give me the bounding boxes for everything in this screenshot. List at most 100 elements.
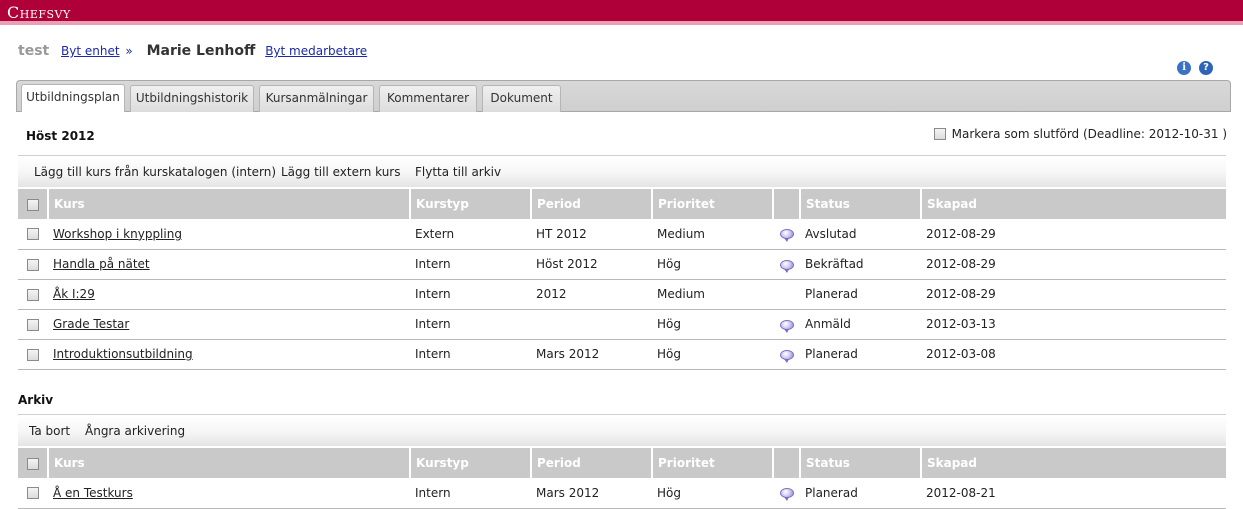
row-select-cell: [18, 478, 48, 509]
mark-done-checkbox[interactable]: [933, 128, 946, 140]
course-period: HT 2012: [531, 219, 652, 250]
course-link[interactable]: Grade Testar: [53, 317, 129, 331]
comment-cell: [773, 249, 800, 280]
delete-button[interactable]: Ta bort: [29, 424, 70, 438]
select-all-checkbox[interactable]: [26, 457, 39, 470]
column-header[interactable]: Skapad: [920, 189, 1226, 219]
table-row[interactable]: Grade Testar Intern Hög Anmäld 2012-03-13: [18, 309, 1226, 340]
course-cell: Workshop i knyppling: [48, 219, 410, 250]
mark-done-label: Markera som slutförd (Deadline: 2012-10-…: [951, 127, 1227, 141]
comment-cell: [773, 219, 800, 250]
mark-done: Markera som slutförd (Deadline: 2012-10-…: [933, 127, 1227, 141]
course-priority: Hög: [652, 249, 773, 280]
course-type: Extern: [410, 219, 531, 250]
tab-kommentarer[interactable]: Kommentarer: [379, 85, 477, 112]
column-header[interactable]: Skapad: [920, 448, 1226, 478]
column-header[interactable]: Kurs: [47, 448, 410, 478]
course-created: 2012-08-29: [921, 279, 1226, 310]
column-header[interactable]: Status: [799, 448, 921, 478]
course-created: 2012-08-29: [921, 249, 1226, 280]
breadcrumb: test Byt enhet » Marie Lenhoff Byt medar…: [18, 43, 367, 63]
course-created: 2012-03-13: [921, 309, 1226, 340]
tab-utbildningsplan[interactable]: Utbildningsplan: [21, 84, 125, 112]
course-cell: Handla på nätet: [48, 249, 410, 280]
course-link[interactable]: Introduktionsutbildning: [53, 347, 193, 361]
course-status: Avslutad: [800, 219, 921, 250]
row-checkbox[interactable]: [27, 487, 39, 500]
app-header: Chefsvy: [0, 0, 1243, 25]
select-all-checkbox[interactable]: [26, 198, 39, 211]
select-all-cell: [18, 448, 48, 478]
course-priority: Medium: [652, 219, 773, 250]
row-select-cell: [18, 249, 48, 280]
row-select-cell: [18, 219, 48, 250]
breadcrumb-separator: »: [125, 44, 133, 58]
course-priority: Hög: [652, 339, 773, 370]
course-type: Intern: [410, 339, 531, 370]
change-employee-link[interactable]: Byt medarbetare: [265, 44, 367, 58]
table-row[interactable]: Handla på nätet Intern Höst 2012 Hög Bekräft…: [18, 249, 1226, 280]
plan-header-row: Kurs Kurstyp Period Prioritet Status Ska…: [18, 189, 1226, 219]
course-type: Intern: [410, 309, 531, 340]
course-period: Mars 2012: [531, 339, 652, 370]
table-row[interactable]: Introduktionsutbildning Intern Mars 2012 Hö…: [18, 339, 1226, 370]
column-header[interactable]: Kurstyp: [409, 189, 531, 219]
course-cell: Åk I:29: [48, 279, 410, 310]
info-icon[interactable]: i: [1177, 60, 1192, 75]
unit-name: test: [18, 43, 50, 59]
comment-cell: [773, 279, 800, 310]
column-header[interactable]: Prioritet: [651, 189, 773, 219]
comment-cell: [773, 339, 800, 370]
course-priority: Hög: [652, 478, 773, 509]
tab-dokument[interactable]: Dokument: [482, 85, 561, 112]
course-link[interactable]: Å en Testkurs: [53, 486, 133, 500]
move-to-archive-button[interactable]: Flytta till arkiv: [415, 165, 501, 179]
column-header: [772, 448, 800, 478]
row-checkbox[interactable]: [27, 228, 39, 241]
row-checkbox[interactable]: [27, 288, 39, 301]
app-title: Chefsvy: [7, 3, 71, 22]
column-header[interactable]: Status: [799, 189, 921, 219]
comment-bubble-icon[interactable]: [779, 488, 794, 502]
row-checkbox[interactable]: [27, 348, 39, 361]
comment-cell: [773, 309, 800, 340]
column-header[interactable]: Period: [530, 189, 652, 219]
archive-header-row: Kurs Kurstyp Period Prioritet Status Ska…: [18, 448, 1226, 478]
course-period: [531, 309, 652, 340]
course-period: Höst 2012: [531, 249, 652, 280]
tab-bar: Utbildningsplan Utbildningshistorik Kurs…: [16, 80, 1231, 112]
course-status: Planerad: [800, 339, 921, 370]
comment-bubble-icon[interactable]: [779, 259, 794, 273]
course-link[interactable]: Handla på nätet: [53, 257, 150, 271]
row-select-cell: [18, 339, 48, 370]
add-internal-course-button[interactable]: Lägg till kurs från kurskatalogen (inter…: [34, 165, 276, 179]
undo-archive-button[interactable]: Ångra arkivering: [85, 424, 185, 438]
comment-bubble-icon[interactable]: [779, 349, 794, 363]
course-link[interactable]: Åk I:29: [53, 287, 95, 301]
course-status: Anmäld: [800, 309, 921, 340]
help-icon[interactable]: ?: [1199, 60, 1213, 75]
add-external-course-button[interactable]: Lägg till extern kurs: [281, 165, 400, 179]
course-created: 2012-03-08: [921, 339, 1226, 370]
course-period: Mars 2012: [531, 478, 652, 509]
change-unit-link[interactable]: Byt enhet: [61, 44, 120, 58]
plan-title: Höst 2012: [26, 129, 95, 143]
column-header[interactable]: Kurstyp: [409, 448, 531, 478]
table-row[interactable]: Åk I:29 Intern 2012 Medium Planerad 2012-08-2…: [18, 279, 1226, 310]
tab-utbildningshistorik[interactable]: Utbildningshistorik: [130, 85, 254, 112]
row-checkbox[interactable]: [27, 318, 39, 331]
select-all-cell: [18, 189, 48, 219]
column-header[interactable]: Prioritet: [651, 448, 773, 478]
tab-kursanmalningar[interactable]: Kursanmälningar: [259, 85, 374, 112]
row-checkbox[interactable]: [27, 258, 39, 271]
table-row[interactable]: Å en Testkurs Intern Mars 2012 Hög Planerad 2…: [18, 478, 1226, 509]
comment-bubble-icon[interactable]: [779, 229, 794, 243]
course-status: Planerad: [800, 478, 921, 509]
table-row[interactable]: Workshop i knyppling Extern HT 2012 Medium A…: [18, 219, 1226, 250]
course-link[interactable]: Workshop i knyppling: [53, 227, 182, 241]
archive-title: Arkiv: [18, 393, 54, 407]
column-header[interactable]: Period: [530, 448, 652, 478]
column-header[interactable]: Kurs: [47, 189, 410, 219]
course-status: Bekräftad: [800, 249, 921, 280]
comment-bubble-icon[interactable]: [779, 319, 794, 333]
